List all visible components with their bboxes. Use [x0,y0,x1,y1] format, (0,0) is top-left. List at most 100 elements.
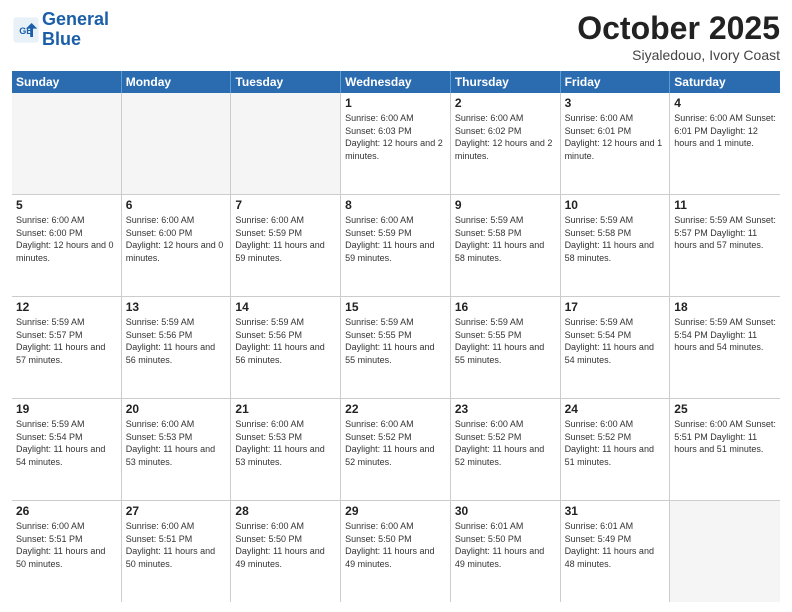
day-cell-4: 4Sunrise: 6:00 AM Sunset: 6:01 PM Daylig… [670,93,780,194]
calendar-body: 1 Sunrise: 6:00 AM Sunset: 6:03 PM Daylig… [12,93,780,602]
weekday-header-wednesday: Wednesday [341,71,451,93]
day-cell-6: 6 Sunrise: 6:00 AM Sunset: 6:00 PM Daylig… [122,195,232,296]
day-number: 20 [126,402,227,416]
day-number: 9 [455,198,556,212]
weekday-header-monday: Monday [122,71,232,93]
logo: GB General Blue [12,10,109,50]
day-cell-31: 31 Sunrise: 6:01 AM Sunset: 5:49 PM Dayli… [561,501,671,602]
day-info: Sunrise: 6:00 AM Sunset: 5:51 PM Dayligh… [126,520,227,570]
day-info: Sunrise: 6:00 AM Sunset: 6:00 PM Dayligh… [126,214,227,264]
location: Siyaledouo, Ivory Coast [577,47,780,63]
day-number: 4 [674,96,776,110]
day-info: Sunrise: 5:59 AM Sunset: 5:57 PM Dayligh… [16,316,117,366]
empty-cell-4-6 [670,501,780,602]
day-cell-12: 12 Sunrise: 5:59 AM Sunset: 5:57 PM Dayli… [12,297,122,398]
day-cell-15: 15 Sunrise: 5:59 AM Sunset: 5:55 PM Dayli… [341,297,451,398]
day-number: 13 [126,300,227,314]
day-number: 24 [565,402,666,416]
day-info: Sunrise: 5:59 AM Sunset: 5:58 PM Dayligh… [565,214,666,264]
day-number: 31 [565,504,666,518]
day-number: 29 [345,504,446,518]
empty-cell-0-0 [12,93,122,194]
day-cell-5: 5 Sunrise: 6:00 AM Sunset: 6:00 PM Daylig… [12,195,122,296]
day-info: Sunrise: 6:00 AM Sunset: 5:59 PM Dayligh… [235,214,336,264]
day-info: Sunrise: 6:00 AM Sunset: 5:50 PM Dayligh… [345,520,446,570]
calendar-row-4: 26 Sunrise: 6:00 AM Sunset: 5:51 PM Dayli… [12,501,780,602]
day-cell-19: 19Sunrise: 5:59 AM Sunset: 5:54 PM Dayli… [12,399,122,500]
weekday-header-saturday: Saturday [670,71,780,93]
day-cell-18: 18Sunrise: 5:59 AM Sunset: 5:54 PM Dayli… [670,297,780,398]
day-info: Sunrise: 5:59 AM Sunset: 5:54 PM Dayligh… [565,316,666,366]
day-cell-30: 30Sunrise: 6:01 AM Sunset: 5:50 PM Dayli… [451,501,561,602]
empty-cell-0-1 [122,93,232,194]
weekday-header-thursday: Thursday [451,71,561,93]
day-number: 14 [235,300,336,314]
weekday-header-friday: Friday [561,71,671,93]
day-info: Sunrise: 5:59 AM Sunset: 5:57 PM Dayligh… [674,214,776,252]
day-cell-1: 1 Sunrise: 6:00 AM Sunset: 6:03 PM Daylig… [341,93,451,194]
calendar-row-0: 1 Sunrise: 6:00 AM Sunset: 6:03 PM Daylig… [12,93,780,195]
day-info: Sunrise: 6:00 AM Sunset: 5:50 PM Dayligh… [235,520,336,570]
day-info: Sunrise: 5:59 AM Sunset: 5:58 PM Dayligh… [455,214,556,264]
day-info: Sunrise: 6:01 AM Sunset: 5:49 PM Dayligh… [565,520,666,570]
day-number: 17 [565,300,666,314]
day-number: 1 [345,96,446,110]
day-cell-29: 29 Sunrise: 6:00 AM Sunset: 5:50 PM Dayli… [341,501,451,602]
day-number: 27 [126,504,227,518]
day-cell-7: 7Sunrise: 6:00 AM Sunset: 5:59 PM Daylig… [231,195,341,296]
day-info: Sunrise: 5:59 AM Sunset: 5:55 PM Dayligh… [455,316,556,366]
logo-icon: GB [12,16,40,44]
day-number: 10 [565,198,666,212]
weekday-header-tuesday: Tuesday [231,71,341,93]
day-number: 8 [345,198,446,212]
day-info: Sunrise: 6:00 AM Sunset: 6:01 PM Dayligh… [565,112,666,162]
day-cell-23: 23 Sunrise: 6:00 AM Sunset: 5:52 PM Dayli… [451,399,561,500]
day-number: 12 [16,300,117,314]
day-cell-13: 13 Sunrise: 5:59 AM Sunset: 5:56 PM Dayli… [122,297,232,398]
day-info: Sunrise: 5:59 AM Sunset: 5:54 PM Dayligh… [16,418,117,468]
day-number: 15 [345,300,446,314]
day-cell-8: 8 Sunrise: 6:00 AM Sunset: 5:59 PM Daylig… [341,195,451,296]
day-cell-27: 27 Sunrise: 6:00 AM Sunset: 5:51 PM Dayli… [122,501,232,602]
day-info: Sunrise: 5:59 AM Sunset: 5:56 PM Dayligh… [126,316,227,366]
day-info: Sunrise: 6:00 AM Sunset: 5:52 PM Dayligh… [565,418,666,468]
day-cell-26: 26 Sunrise: 6:00 AM Sunset: 5:51 PM Dayli… [12,501,122,602]
day-cell-20: 20Sunrise: 6:00 AM Sunset: 5:53 PM Dayli… [122,399,232,500]
calendar-header: SundayMondayTuesdayWednesdayThursdayFrid… [12,71,780,93]
day-info: Sunrise: 6:00 AM Sunset: 5:51 PM Dayligh… [674,418,776,456]
day-cell-9: 9 Sunrise: 5:59 AM Sunset: 5:58 PM Daylig… [451,195,561,296]
day-info: Sunrise: 6:00 AM Sunset: 6:03 PM Dayligh… [345,112,446,162]
day-info: Sunrise: 6:00 AM Sunset: 5:59 PM Dayligh… [345,214,446,264]
day-number: 16 [455,300,556,314]
day-cell-16: 16 Sunrise: 5:59 AM Sunset: 5:55 PM Dayli… [451,297,561,398]
day-cell-10: 10 Sunrise: 5:59 AM Sunset: 5:58 PM Dayli… [561,195,671,296]
day-number: 21 [235,402,336,416]
calendar-row-2: 12 Sunrise: 5:59 AM Sunset: 5:57 PM Dayli… [12,297,780,399]
day-info: Sunrise: 6:00 AM Sunset: 6:00 PM Dayligh… [16,214,117,264]
day-info: Sunrise: 6:01 AM Sunset: 5:50 PM Dayligh… [455,520,556,570]
day-info: Sunrise: 6:00 AM Sunset: 5:53 PM Dayligh… [235,418,336,468]
day-info: Sunrise: 6:00 AM Sunset: 5:52 PM Dayligh… [345,418,446,468]
day-cell-11: 11Sunrise: 5:59 AM Sunset: 5:57 PM Dayli… [670,195,780,296]
page: GB General Blue October 2025 Siyaledouo,… [0,0,792,612]
calendar: SundayMondayTuesdayWednesdayThursdayFrid… [12,71,780,602]
day-info: Sunrise: 5:59 AM Sunset: 5:54 PM Dayligh… [674,316,776,354]
day-info: Sunrise: 5:59 AM Sunset: 5:56 PM Dayligh… [235,316,336,366]
day-number: 6 [126,198,227,212]
day-info: Sunrise: 6:00 AM Sunset: 5:52 PM Dayligh… [455,418,556,468]
day-cell-14: 14 Sunrise: 5:59 AM Sunset: 5:56 PM Dayli… [231,297,341,398]
day-cell-21: 21 Sunrise: 6:00 AM Sunset: 5:53 PM Dayli… [231,399,341,500]
day-cell-3: 3Sunrise: 6:00 AM Sunset: 6:01 PM Daylig… [561,93,671,194]
calendar-row-1: 5 Sunrise: 6:00 AM Sunset: 6:00 PM Daylig… [12,195,780,297]
empty-cell-0-2 [231,93,341,194]
day-number: 5 [16,198,117,212]
day-number: 23 [455,402,556,416]
day-number: 28 [235,504,336,518]
day-info: Sunrise: 5:59 AM Sunset: 5:55 PM Dayligh… [345,316,446,366]
weekday-header-sunday: Sunday [12,71,122,93]
day-cell-22: 22Sunrise: 6:00 AM Sunset: 5:52 PM Dayli… [341,399,451,500]
day-info: Sunrise: 6:00 AM Sunset: 6:02 PM Dayligh… [455,112,556,162]
day-number: 26 [16,504,117,518]
day-number: 2 [455,96,556,110]
day-info: Sunrise: 6:00 AM Sunset: 5:51 PM Dayligh… [16,520,117,570]
